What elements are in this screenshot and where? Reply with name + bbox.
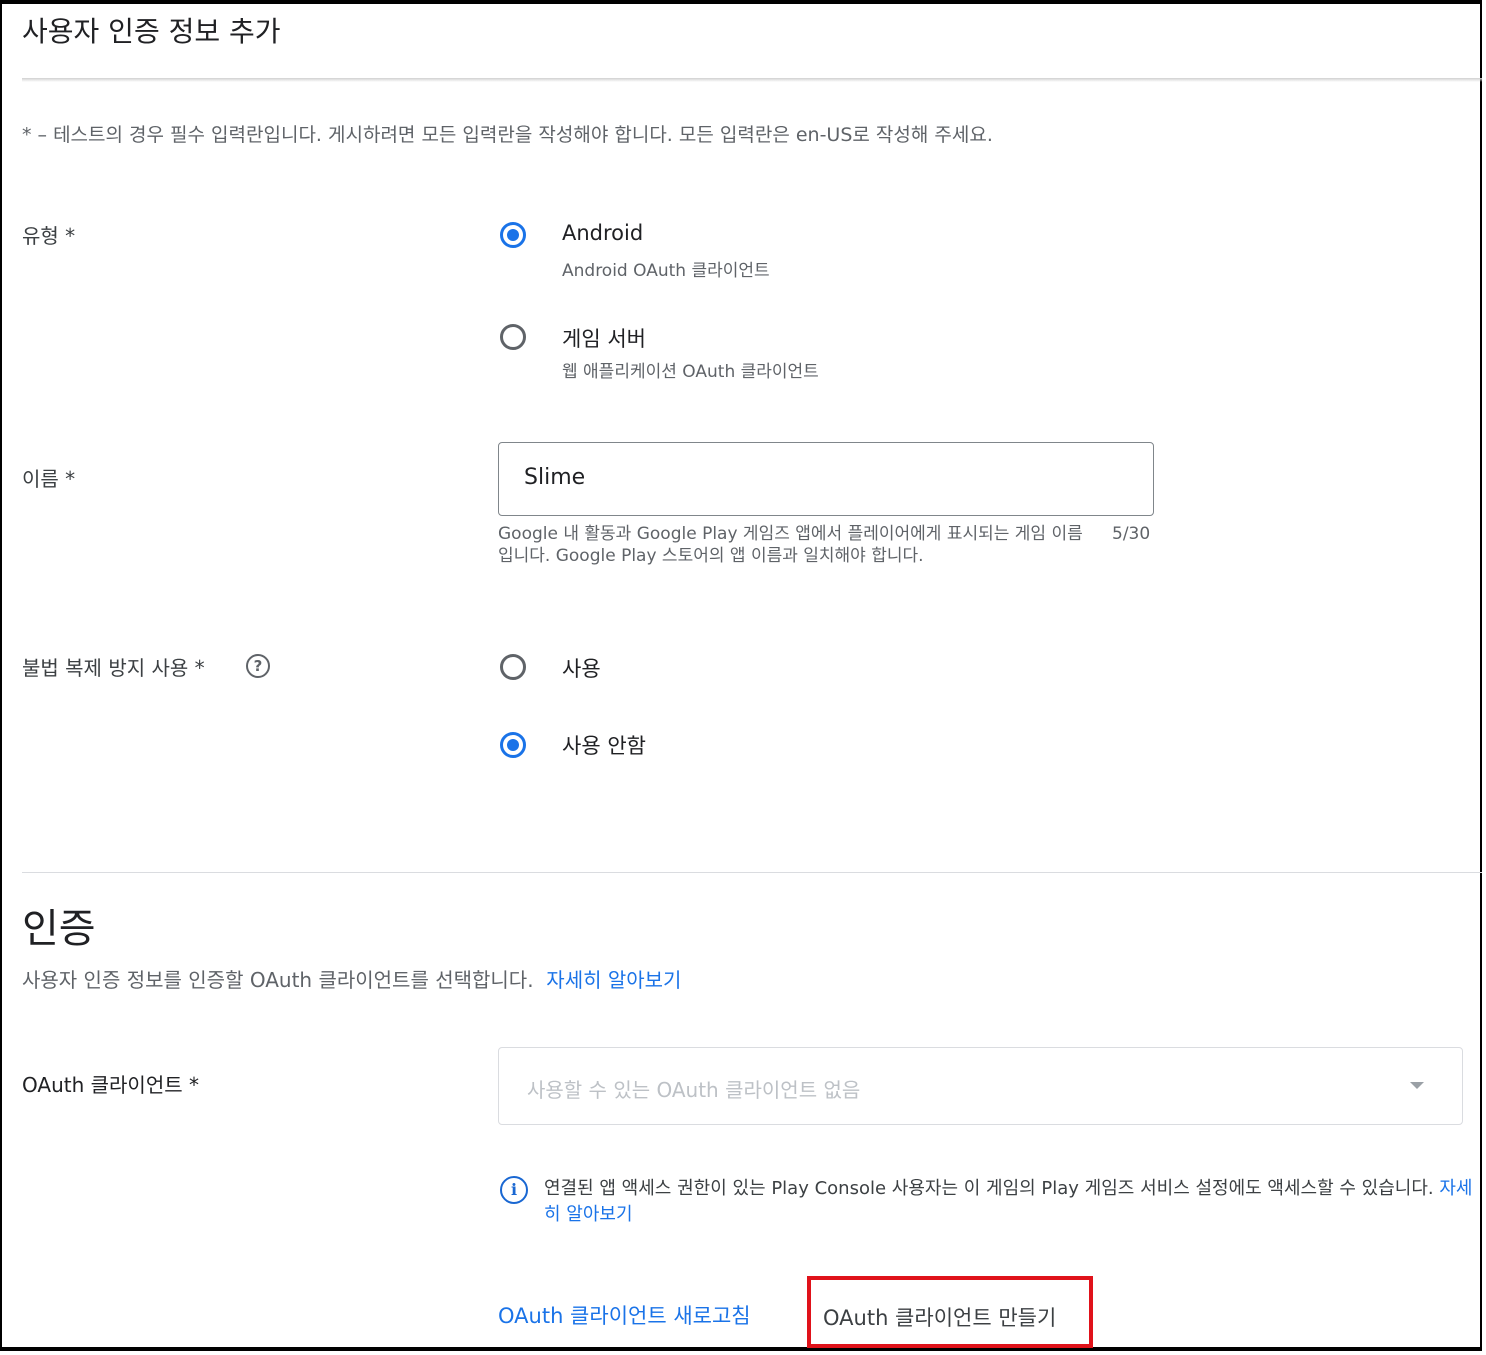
antipiracy-label: 불법 복제 방지 사용 * (22, 656, 205, 680)
create-oauth-button-label: OAuth 클라이언트 만들기 (823, 1306, 1057, 1330)
create-oauth-button[interactable]: OAuth 클라이언트 만들기 (807, 1276, 1093, 1348)
name-label: 이름 * (22, 467, 76, 491)
option-game-server-label: 게임 서버 (562, 327, 646, 351)
radio-enable[interactable] (500, 654, 526, 680)
radio-android[interactable] (500, 222, 526, 248)
radio-game-server[interactable] (500, 324, 526, 350)
name-helper-text: Google 내 활동과 Google Play 게임즈 앱에서 플레이어에게 … (498, 524, 1083, 566)
dropdown-arrow-icon (1410, 1082, 1424, 1089)
oauth-client-label: OAuth 클라이언트 * (22, 1073, 199, 1097)
help-icon[interactable]: ? (246, 654, 270, 678)
type-label: 유형 * (22, 224, 76, 248)
oauth-client-select[interactable]: 사용할 수 있는 OAuth 클라이언트 없음 (498, 1047, 1463, 1125)
option-enable-label: 사용 (562, 657, 601, 681)
auth-section-title: 인증 (22, 906, 96, 952)
info-icon: i (500, 1176, 528, 1204)
refresh-oauth-button[interactable]: OAuth 클라이언트 새로고침 (498, 1300, 751, 1330)
info-notice-text: 연결된 앱 액세스 권한이 있는 Play Console 사용자는 이 게임의… (544, 1178, 1434, 1199)
option-game-server-sublabel: 웹 애플리케이션 OAuth 클라이언트 (562, 362, 819, 382)
name-input-value: Slime (524, 465, 586, 490)
auth-section-description: 사용자 인증 정보를 인증할 OAuth 클라이언트를 선택합니다. 자세히 알… (22, 964, 681, 993)
oauth-client-placeholder: 사용할 수 있는 OAuth 클라이언트 없음 (527, 1078, 861, 1102)
window-frame (0, 0, 1482, 1351)
header-divider (22, 78, 1482, 82)
section-divider (22, 872, 1482, 873)
radio-disable[interactable] (500, 732, 526, 758)
name-input[interactable]: Slime (498, 442, 1154, 516)
required-note: * – 테스트의 경우 필수 입력란입니다. 게시하려면 모든 입력란을 작성해… (22, 124, 993, 146)
option-android-sublabel: Android OAuth 클라이언트 (562, 261, 770, 281)
option-android-label: Android (562, 221, 644, 245)
option-disable-label: 사용 안함 (562, 734, 646, 758)
info-notice: 연결된 앱 액세스 권한이 있는 Play Console 사용자는 이 게임의… (544, 1176, 1474, 1228)
page-title: 사용자 인증 정보 추가 (22, 15, 281, 48)
auth-description-text: 사용자 인증 정보를 인증할 OAuth 클라이언트를 선택합니다. (22, 968, 534, 992)
name-char-counter: 5/30 (1112, 524, 1151, 544)
learn-more-link[interactable]: 자세히 알아보기 (546, 968, 681, 992)
